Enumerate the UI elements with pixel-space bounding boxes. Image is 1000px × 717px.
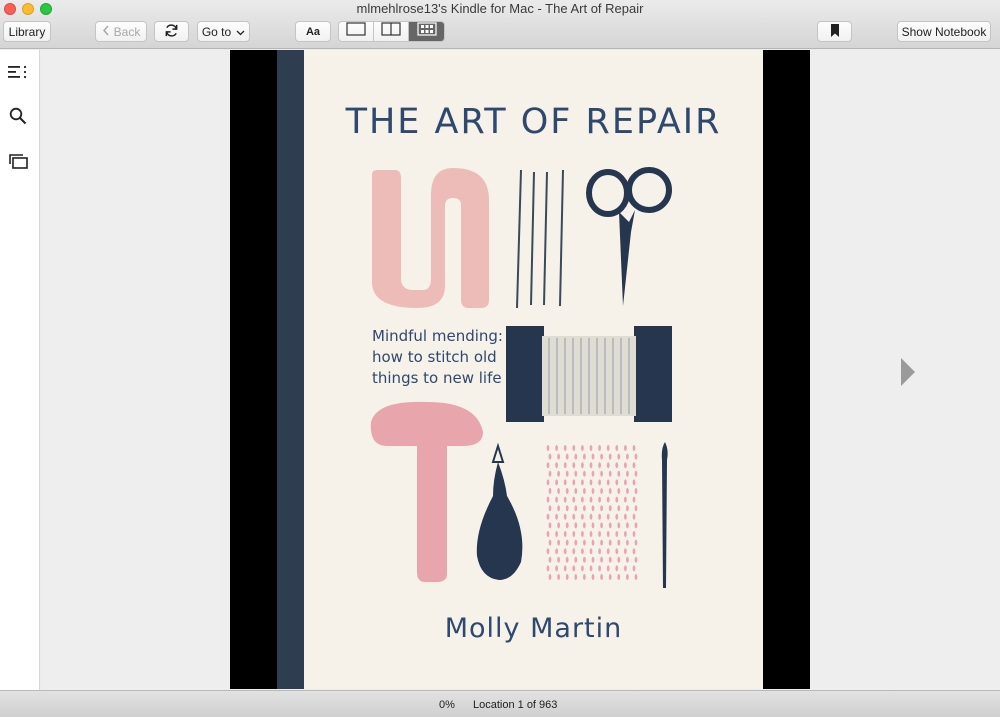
library-button[interactable]: Library [3,21,51,42]
show-notebook-button[interactable]: Show Notebook [897,21,991,42]
scissors [586,167,672,217]
font-settings-button[interactable]: Aa [295,21,331,42]
darning-mushroom [370,401,483,582]
book-cover: THE ART OF REPAIR Mindful mending: how t… [277,50,763,689]
subtitle-line: things to new life [372,369,502,387]
cover-author: Molly Martin [444,613,623,644]
needle-threader [476,462,523,580]
scissor-blades [619,210,635,306]
title-bar: mlmehlrose13's Kindle for Mac - The Art … [0,0,1000,49]
go-to-label: Go to [201,24,232,39]
bookmark-button[interactable] [817,21,852,42]
chevron-down-icon [236,25,245,39]
back-label: Back [113,24,141,39]
reading-pane: THE ART OF REPAIR Mindful mending: how t… [41,50,1000,690]
cover-subtitle: Mindful mending: how to stitch old thing… [372,326,532,389]
bookmark-icon [830,23,840,40]
grid-view-button[interactable] [409,22,444,41]
page-area[interactable]: THE ART OF REPAIR Mindful mending: how t… [230,50,810,689]
kindle-window: mlmehlrose13's Kindle for Mac - The Art … [0,0,1000,717]
pink-u-shape [372,168,489,308]
subtitle-line: how to stitch old [372,348,497,366]
flashcards-icon[interactable] [8,151,28,171]
thin-needle [661,442,668,588]
next-page-arrow-icon[interactable] [901,358,915,386]
left-sidebar [0,50,40,690]
chevron-left-icon [102,25,110,39]
single-page-icon [346,22,366,41]
location-indicator: Location 1 of 963 [473,699,558,711]
pink-stitches [546,445,638,580]
sync-icon [164,23,179,41]
cover-title: THE ART OF REPAIR [345,102,722,142]
back-button[interactable]: Back [95,21,147,42]
needles [516,169,564,309]
search-icon[interactable] [8,106,28,126]
view-mode-selector [338,21,445,42]
subtitle-line: Mindful mending: [372,327,503,345]
sync-button[interactable] [154,21,189,42]
two-page-view-button[interactable] [374,22,409,41]
single-page-view-button[interactable] [339,22,374,41]
reading-progress: 0% [439,699,455,711]
window-title: mlmehlrose13's Kindle for Mac - The Art … [356,1,644,16]
go-to-menu[interactable]: Go to [197,21,250,42]
two-page-icon [381,22,401,41]
table-of-contents-icon[interactable] [8,62,28,82]
grid-view-icon [416,22,437,41]
status-bar: 0% Location 1 of 963 [0,690,1000,717]
